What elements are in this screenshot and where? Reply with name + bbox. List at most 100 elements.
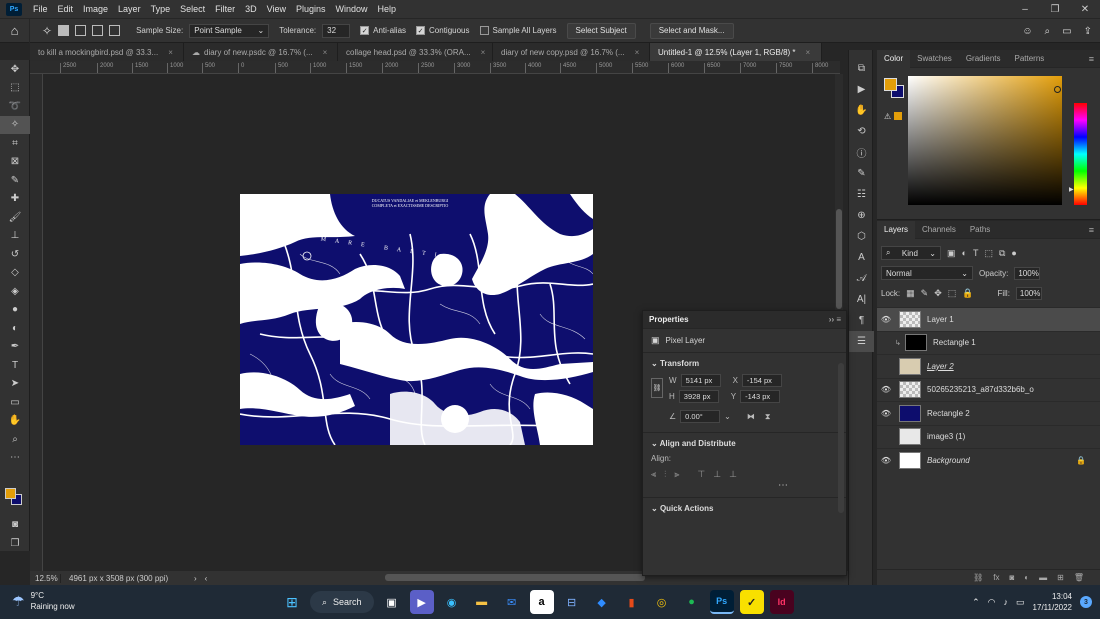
lock-all-icon[interactable]: 🔒: [962, 288, 973, 299]
chevron-down-icon[interactable]: ⌄: [651, 359, 658, 368]
teams-icon[interactable]: ▶: [409, 590, 434, 614]
chevron-down-icon[interactable]: ⌄: [651, 504, 658, 513]
align-bottom-icon[interactable]: ⊥: [729, 469, 737, 480]
select-and-mask-button[interactable]: Select and Mask...: [649, 22, 734, 39]
close-icon[interactable]: ✕: [1070, 0, 1100, 18]
lasso-tool-icon[interactable]: ➰: [0, 97, 30, 116]
align-middle-icon[interactable]: ⊥: [713, 469, 721, 480]
info-icon[interactable]: ⓘ: [849, 142, 874, 163]
menu-help[interactable]: Help: [373, 4, 402, 14]
dodge-tool-icon[interactable]: ◐: [0, 319, 30, 338]
lock-artboard-icon[interactable]: ⬚: [948, 288, 957, 299]
chevron-down-icon[interactable]: ⌄: [651, 439, 658, 448]
menu-select[interactable]: Select: [175, 4, 210, 14]
norton-icon[interactable]: ✓: [739, 590, 764, 614]
system-clock[interactable]: 13:04 17/11/2022: [1033, 591, 1072, 613]
add-mask-icon[interactable]: ◙: [1009, 573, 1014, 582]
opacity-input[interactable]: 100%: [1014, 266, 1041, 280]
eye-icon[interactable]: 👁: [877, 385, 895, 394]
share-icon[interactable]: ⇪: [1084, 26, 1092, 37]
menu-plugins[interactable]: Plugins: [291, 4, 331, 14]
brush-settings-icon[interactable]: ✎: [849, 163, 874, 184]
screen-mode-icon[interactable]: ❐: [0, 534, 30, 553]
filter-type-icon[interactable]: T: [973, 248, 979, 258]
glyphs-icon[interactable]: 𝒜: [849, 268, 874, 289]
indesign-icon[interactable]: Id: [769, 590, 794, 614]
crop-tool-icon[interactable]: ⌗: [0, 134, 30, 153]
properties-panel-icon[interactable]: ☰: [849, 331, 874, 352]
angle-input[interactable]: 0.00°: [680, 410, 721, 423]
filter-toggle-icon[interactable]: ●: [1011, 248, 1016, 258]
tab-patterns[interactable]: Patterns: [1008, 50, 1052, 68]
menu-layer[interactable]: Layer: [113, 4, 146, 14]
chevron-left-icon[interactable]: ‹: [205, 574, 208, 583]
pen-tool-icon[interactable]: ✒: [0, 338, 30, 357]
frame-tool-icon[interactable]: ⊠: [0, 153, 30, 172]
chrome-icon[interactable]: ◎: [650, 590, 674, 614]
volume-icon[interactable]: ♪: [1004, 597, 1009, 607]
subtract-selection-icon[interactable]: [92, 25, 104, 36]
select-subject-button[interactable]: Select Subject: [566, 22, 636, 39]
weather-widget[interactable]: ☂ 9°C Raining now: [12, 590, 75, 612]
tab-document[interactable]: to kill a mockingbird.psd @ 33.3... ×: [30, 43, 184, 61]
eye-icon[interactable]: 👁: [877, 456, 895, 465]
close-icon[interactable]: ×: [481, 48, 486, 57]
gamut-swatch[interactable]: [894, 112, 902, 120]
tab-gradients[interactable]: Gradients: [959, 50, 1008, 68]
quick-mask-icon[interactable]: ◙: [0, 515, 30, 534]
layer-row[interactable]: 👁 50265235213_a87d332b6b_o: [877, 377, 1100, 402]
menu-window[interactable]: Window: [331, 4, 373, 14]
filter-smart-object-icon[interactable]: ⧉: [999, 248, 1005, 259]
paint-bucket-icon[interactable]: ◈: [0, 282, 30, 301]
tab-paths[interactable]: Paths: [963, 221, 997, 239]
amazon-icon[interactable]: a: [529, 590, 554, 614]
task-view-icon[interactable]: ▣: [380, 590, 404, 614]
marquee-tool-icon[interactable]: ⬚: [0, 79, 30, 98]
windows-start-icon[interactable]: ⊞: [280, 590, 304, 614]
lock-transparent-icon[interactable]: ▦: [906, 288, 915, 299]
layer-row[interactable]: 👁 Rectangle 2: [877, 401, 1100, 425]
new-selection-icon[interactable]: [58, 25, 70, 36]
stamp-tool-icon[interactable]: ⊥: [0, 227, 30, 246]
search-icon[interactable]: ⌕: [1045, 26, 1051, 37]
chevron-right-icon[interactable]: ›: [194, 574, 197, 583]
fx-icon[interactable]: fx: [993, 573, 999, 582]
edge-icon[interactable]: ◉: [440, 590, 464, 614]
eraser-tool-icon[interactable]: ◇: [0, 264, 30, 283]
tab-active-document[interactable]: Untitled-1 @ 12.5% (Layer 1, RGB/8) * ×: [650, 43, 822, 61]
adjustments-icon[interactable]: ☷: [849, 184, 874, 205]
panel-menu-icon[interactable]: ≡: [1089, 225, 1094, 235]
menu-filter[interactable]: Filter: [210, 4, 240, 14]
photoshop-icon[interactable]: Ps: [709, 590, 734, 614]
sample-size-select[interactable]: Point Sample ⌄: [189, 23, 270, 38]
history-brush-icon[interactable]: ↺: [0, 245, 30, 264]
width-input[interactable]: 5141 px: [680, 374, 721, 387]
height-input[interactable]: 3928 px: [678, 390, 719, 403]
healing-tool-icon[interactable]: ✚: [0, 190, 30, 209]
layer-row[interactable]: 👁 Background 🔒: [877, 448, 1100, 472]
blend-mode-select[interactable]: Normal ⌄: [881, 266, 973, 280]
scroll-thumb[interactable]: [836, 209, 842, 309]
tab-document[interactable]: diary of new copy.psd @ 16.7% (... ×: [493, 43, 650, 61]
spotify-icon[interactable]: ●: [680, 590, 704, 614]
zoom-tool-icon[interactable]: ⌕: [0, 430, 30, 449]
tolerance-input[interactable]: 32: [322, 23, 351, 38]
file-explorer-icon[interactable]: ▬: [470, 590, 494, 614]
eye-icon[interactable]: 👁: [877, 409, 895, 418]
user-icon[interactable]: ☺: [1022, 26, 1032, 37]
lock-position-icon[interactable]: ✥: [934, 288, 942, 299]
document-canvas[interactable]: DUCATUS VANDALIAE et MEKLENBURGI COMPLET…: [240, 194, 593, 445]
layer-row[interactable]: 👁 image3 (1): [877, 424, 1100, 449]
hand-tool-icon[interactable]: ✋: [0, 412, 30, 431]
close-icon[interactable]: ×: [635, 48, 640, 57]
close-icon[interactable]: ×: [806, 48, 811, 57]
taskbar-search[interactable]: ⌕ Search: [310, 591, 374, 613]
paragraph-icon[interactable]: ¶: [849, 310, 874, 331]
clone-source-icon[interactable]: ⊕: [849, 205, 874, 226]
more-tools-icon[interactable]: ⋯: [0, 449, 30, 468]
play-icon[interactable]: ▶: [849, 79, 874, 100]
layer-row[interactable]: 👁 Layer 1: [877, 307, 1100, 331]
canvas-horizontal-scrollbar[interactable]: [385, 574, 645, 581]
flip-horizontal-icon[interactable]: ⧓: [747, 412, 755, 421]
tab-layers[interactable]: Layers: [877, 220, 916, 239]
